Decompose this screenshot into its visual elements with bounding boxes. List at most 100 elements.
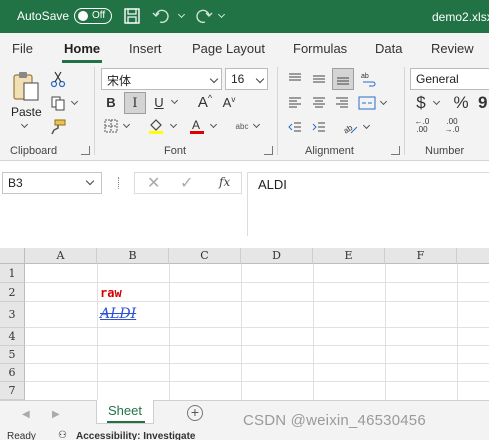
font-color-icon[interactable]: A	[187, 116, 207, 136]
row-header-1[interactable]: 1	[0, 264, 25, 283]
redo-dropdown-icon[interactable]	[217, 7, 226, 25]
column-header-b[interactable]: B	[97, 248, 169, 264]
row-header-6[interactable]: 6	[0, 364, 25, 382]
redo-icon[interactable]	[193, 7, 213, 25]
paste-label[interactable]: Paste	[11, 105, 42, 119]
tab-review[interactable]: Review	[431, 41, 474, 56]
tab-home[interactable]: Home	[64, 41, 100, 56]
tab-file[interactable]: File	[12, 41, 33, 56]
cancel-icon[interactable]: ✕	[147, 173, 160, 193]
tab-insert[interactable]: Insert	[129, 41, 162, 56]
align-center-icon[interactable]	[309, 93, 329, 113]
row-header-7[interactable]: 7	[0, 382, 25, 400]
underline-button[interactable]: U	[150, 92, 168, 112]
align-top-icon[interactable]	[285, 69, 305, 89]
phonetic-guide-icon[interactable]: abc	[231, 116, 253, 136]
comma-style-icon[interactable]: 9	[478, 92, 489, 114]
tab-formulas[interactable]: Formulas	[293, 41, 347, 56]
column-header-e[interactable]: E	[313, 248, 385, 264]
row-header-3[interactable]: 3	[0, 302, 25, 328]
splitter-handle[interactable]	[118, 177, 121, 189]
name-box[interactable]: B3	[2, 172, 102, 194]
next-sheet-icon[interactable]: ▶	[52, 409, 60, 420]
align-middle-icon[interactable]	[309, 69, 329, 89]
gridline	[25, 301, 489, 302]
number-format-select[interactable]: General	[410, 68, 489, 90]
copy-icon[interactable]	[48, 93, 68, 113]
alignment-launcher-icon[interactable]	[391, 146, 400, 155]
bold-button[interactable]: B	[101, 92, 121, 112]
font-group-label: Font	[164, 145, 187, 157]
row-header-4[interactable]: 4	[0, 328, 25, 346]
currency-dropdown-icon[interactable]	[432, 97, 441, 106]
merge-center-icon[interactable]	[356, 93, 378, 113]
tab-page-layout[interactable]: Page Layout	[192, 41, 265, 56]
tab-data[interactable]: Data	[375, 41, 402, 56]
cell-b2[interactable]: raw	[100, 286, 122, 300]
copy-dropdown-icon[interactable]	[70, 97, 79, 106]
orientation-dropdown-icon[interactable]	[362, 121, 371, 130]
wrap-text-icon[interactable]: ab	[359, 69, 379, 89]
orientation-icon[interactable]: ab	[340, 117, 360, 137]
undo-icon[interactable]	[152, 7, 172, 25]
decrease-font-size-icon[interactable]: Av	[219, 92, 239, 112]
clipboard-launcher-icon[interactable]	[81, 146, 90, 155]
borders-dropdown-icon[interactable]	[122, 120, 131, 129]
select-all-corner[interactable]	[0, 248, 25, 264]
chevron-down-icon	[85, 176, 95, 186]
font-launcher-icon[interactable]	[264, 146, 273, 155]
row-header-2[interactable]: 2	[0, 283, 25, 302]
add-sheet-icon[interactable]: +	[187, 405, 203, 421]
decrease-decimal-icon[interactable]: .00 →.0	[440, 116, 464, 136]
phonetic-dropdown-icon[interactable]	[252, 120, 261, 129]
autosave-toggle[interactable]: Off	[74, 8, 112, 24]
fill-color-dropdown-icon[interactable]	[169, 120, 178, 129]
currency-format-button[interactable]: $	[412, 92, 430, 114]
worksheet-grid[interactable]: A B C D E F 1 2 3 4 5 6 7 raw ALDI	[0, 236, 489, 400]
increase-font-size-icon[interactable]: A ^	[195, 92, 215, 112]
status-ready: Ready	[7, 431, 36, 440]
cut-icon[interactable]	[48, 69, 68, 89]
underline-dropdown-icon[interactable]	[170, 96, 179, 105]
column-header-a[interactable]: A	[25, 248, 97, 264]
font-name-select[interactable]: 宋体	[101, 68, 222, 90]
prev-sheet-icon[interactable]: ◀	[22, 409, 30, 420]
percent-format-button[interactable]: %	[450, 92, 472, 114]
italic-button[interactable]: I	[124, 92, 146, 114]
align-left-icon[interactable]	[285, 93, 305, 113]
format-painter-icon[interactable]	[48, 117, 68, 137]
align-bottom-icon[interactable]	[332, 68, 354, 90]
formula-input[interactable]: ALDI	[247, 172, 489, 236]
fill-color-icon[interactable]	[146, 116, 166, 136]
accessibility-icon[interactable]: ⚇	[58, 430, 67, 440]
borders-icon[interactable]	[101, 116, 121, 136]
title-bar: AutoSave Off demo2.xlsx	[0, 0, 489, 33]
increase-indent-icon[interactable]	[309, 117, 329, 137]
paste-dropdown-icon[interactable]	[20, 120, 29, 129]
merge-dropdown-icon[interactable]	[379, 97, 388, 106]
cell-b3[interactable]: ALDI	[100, 306, 136, 322]
decrease-indent-icon[interactable]	[285, 117, 305, 137]
svg-text:ab: ab	[342, 123, 355, 135]
save-icon[interactable]	[123, 7, 143, 25]
gridline	[25, 327, 489, 328]
gridline	[97, 264, 98, 400]
sheet-tab[interactable]: Sheet	[96, 400, 154, 424]
accessibility-status[interactable]: Accessibility: Investigate	[76, 431, 196, 440]
font-size-select[interactable]: 16	[225, 68, 268, 90]
row-header-5[interactable]: 5	[0, 346, 25, 364]
column-header-c[interactable]: C	[169, 248, 241, 264]
column-header-f[interactable]: F	[385, 248, 457, 264]
insert-function-button[interactable]: fx	[219, 175, 230, 189]
font-color-dropdown-icon[interactable]	[209, 120, 218, 129]
align-right-icon[interactable]	[332, 93, 352, 113]
paste-icon[interactable]	[9, 69, 43, 103]
column-header-g[interactable]	[457, 248, 489, 264]
column-header-d[interactable]: D	[241, 248, 313, 264]
enter-icon[interactable]: ✓	[180, 173, 193, 193]
gridline	[25, 381, 489, 382]
font-size-value: 16	[231, 72, 245, 86]
increase-decimal-icon[interactable]: ←.0.00	[410, 116, 434, 136]
svg-text:ab: ab	[361, 73, 369, 80]
undo-dropdown-icon[interactable]	[177, 7, 186, 25]
